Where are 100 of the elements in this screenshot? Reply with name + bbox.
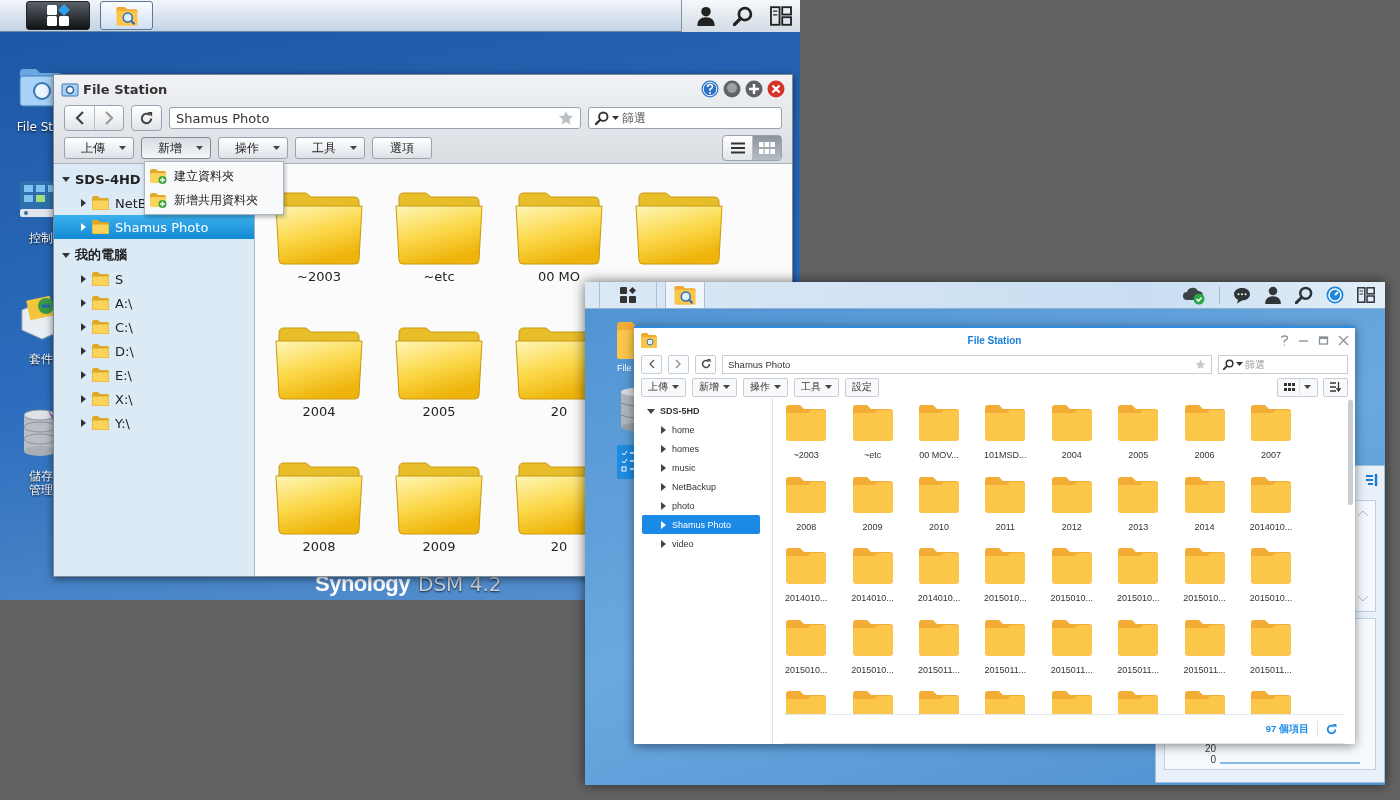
taskbar-app-button[interactable] <box>100 1 153 30</box>
path-field[interactable]: Shamus Photo <box>722 354 1212 374</box>
tree-item[interactable]: D:\ <box>54 339 254 363</box>
menu-item[interactable]: 新增共用資料夾 <box>145 188 283 212</box>
toolbar-button[interactable]: 設定 <box>845 377 879 397</box>
tree-item[interactable]: video <box>642 534 760 553</box>
close-icon <box>1338 334 1349 346</box>
tree-item[interactable]: C:\ <box>54 315 254 339</box>
tree-item[interactable]: home <box>642 420 760 439</box>
toolbar-button[interactable]: 新增 <box>141 137 211 159</box>
refresh-button[interactable] <box>695 354 716 374</box>
folder-label[interactable]: 2004 <box>302 404 336 419</box>
folder-label[interactable]: 20 <box>550 539 568 554</box>
folder-label[interactable]: 2014010... <box>1249 521 1293 532</box>
folder-label[interactable]: 2014 <box>1194 521 1215 532</box>
folder-label[interactable]: 2014010... <box>917 593 961 603</box>
folder-label[interactable]: 2005 <box>1128 450 1149 460</box>
search-field[interactable]: 篩選 <box>1218 354 1348 374</box>
tree-item[interactable]: Shamus Photo <box>642 515 760 534</box>
main-menu-button[interactable] <box>26 1 90 30</box>
tree-item[interactable]: Y:\ <box>54 411 254 435</box>
folder-label[interactable]: ~etc <box>863 450 882 460</box>
folder-label[interactable]: 20 <box>550 404 568 419</box>
folder-label[interactable]: 2008 <box>302 539 336 554</box>
folder-label[interactable]: 2015010... <box>984 593 1027 603</box>
folder-label[interactable]: 2010 <box>928 521 949 532</box>
maximize-button[interactable] <box>745 80 763 98</box>
folder-label[interactable]: 2012 <box>1061 521 1082 532</box>
folder-label[interactable]: ~2003 <box>793 450 819 460</box>
folder-label[interactable]: 2006 <box>1194 450 1215 460</box>
maximize-button[interactable] <box>1318 334 1329 346</box>
folder-icon <box>1184 405 1225 441</box>
folder-label[interactable]: 00 MOV... <box>919 450 959 460</box>
minimize-button[interactable] <box>723 80 741 98</box>
desktop-icon-label[interactable]: 儲存 管理 <box>10 469 53 497</box>
folder-label[interactable]: 2015011... <box>1183 664 1226 675</box>
search-field[interactable]: 篩選 <box>588 107 782 129</box>
folder-label[interactable]: 2015011... <box>918 664 960 675</box>
folder-label[interactable]: 2015011... <box>1050 664 1093 675</box>
folder-label[interactable]: 2009 <box>422 539 456 554</box>
folder-label[interactable]: 2004 <box>1061 450 1082 460</box>
tree-item[interactable]: photo <box>642 496 760 515</box>
folder-label[interactable]: 2009 <box>862 521 883 532</box>
folder-label[interactable]: 2005 <box>422 404 456 419</box>
main-menu-button[interactable] <box>599 282 657 308</box>
tree-item[interactable]: SDS-5HD <box>642 401 760 420</box>
folder-label[interactable]: 2014010... <box>851 593 894 603</box>
folder-label[interactable]: 2015010... <box>784 664 828 675</box>
desktop-icon-label[interactable]: 控制 <box>10 231 53 245</box>
folder-label[interactable]: 2015010... <box>1116 593 1160 603</box>
close-button[interactable] <box>767 80 785 98</box>
desktop-icon-label[interactable]: File St <box>10 120 53 134</box>
folder-label[interactable]: 2015010... <box>1249 593 1293 603</box>
toolbar-button[interactable]: 上傳 <box>641 377 686 397</box>
help-button[interactable] <box>1280 334 1289 346</box>
close-button[interactable] <box>1338 334 1349 346</box>
apps-grid-icon <box>620 287 636 303</box>
tree-item[interactable]: homes <box>642 439 760 458</box>
help-button[interactable] <box>701 80 719 98</box>
folder-icon <box>1250 619 1291 656</box>
close-icon <box>767 80 785 98</box>
view-mode-button[interactable] <box>1277 377 1318 397</box>
desktop-icon-label[interactable]: 套件 <box>10 352 53 366</box>
forward-icon <box>104 111 114 125</box>
tree-item[interactable]: E:\ <box>54 363 254 387</box>
folder-label[interactable]: 2007 <box>1260 450 1281 460</box>
folder-label[interactable]: 2015011... <box>984 664 1027 675</box>
folder-label[interactable]: 2015010... <box>1050 593 1094 603</box>
tree-item[interactable]: music <box>642 458 760 477</box>
toolbar-button[interactable]: 工具 <box>295 137 365 159</box>
sort-icon <box>1330 382 1341 392</box>
toolbar-button[interactable]: 選項 <box>372 137 432 159</box>
folder-label[interactable]: 2008 <box>796 521 817 532</box>
toolbar-button[interactable]: 上傳 <box>64 137 134 159</box>
tree-item[interactable]: A:\ <box>54 291 254 315</box>
folder-label[interactable]: ~2003 <box>297 269 341 284</box>
folder-label[interactable]: 2013 <box>1128 521 1149 532</box>
folder-label[interactable]: 2015011... <box>1250 664 1292 675</box>
tree-item[interactable]: S <box>54 267 254 291</box>
toolbar-button[interactable]: 工具 <box>794 377 839 397</box>
tree-item[interactable]: 我的電腦 <box>54 243 254 267</box>
folder-label[interactable]: 2015010... <box>851 664 894 675</box>
toolbar-button[interactable]: 操作 <box>743 377 788 397</box>
list-icon <box>729 142 746 154</box>
search-icon <box>1295 286 1313 304</box>
folder-label[interactable]: 2011 <box>995 521 1016 532</box>
path-field[interactable]: Shamus Photo <box>169 107 581 129</box>
folder-label[interactable]: 2014010... <box>784 593 828 603</box>
folder-label[interactable]: 2015011... <box>1117 664 1160 675</box>
tree-item[interactable]: X:\ <box>54 387 254 411</box>
toolbar-button[interactable]: 操作 <box>218 137 288 159</box>
folder-label[interactable]: 2015010... <box>1183 593 1226 603</box>
folder-label[interactable]: 00 MO <box>537 269 581 284</box>
toolbar-button[interactable]: 新增 <box>692 377 737 397</box>
tree-item[interactable]: NetBackup <box>642 477 760 496</box>
folder-label[interactable]: ~etc <box>423 269 455 284</box>
sort-button[interactable] <box>1323 377 1348 397</box>
folder-label[interactable]: 101MSD... <box>984 450 1027 460</box>
menu-item[interactable]: 建立資料夾 <box>145 164 283 188</box>
taskbar-app-button[interactable] <box>665 282 705 308</box>
